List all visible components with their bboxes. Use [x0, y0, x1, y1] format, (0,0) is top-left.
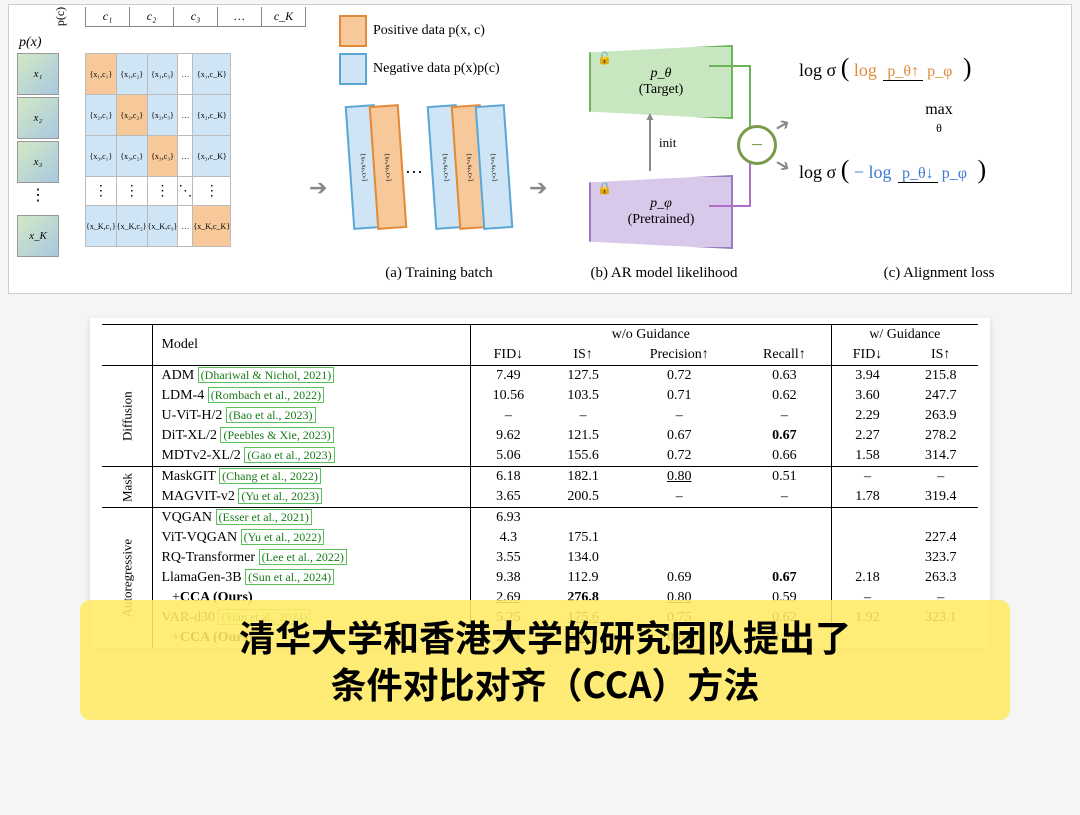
matrix-cell: {x₃,c₃}	[147, 136, 178, 177]
matrix-cell: {x₃,c_K}	[193, 136, 231, 177]
matrix-cell: …	[178, 206, 193, 247]
caption-a: (a) Training batch	[349, 265, 529, 282]
wire-target	[709, 65, 751, 137]
results-table-panel: Modelw/o Guidancew/ GuidanceFID↓IS↑Preci…	[90, 318, 990, 648]
matrix-cell: …	[178, 136, 193, 177]
col-header: c₁	[85, 7, 130, 27]
matrix-cell: {x₁,c_K}	[193, 54, 231, 95]
num: p_θ↑	[883, 63, 923, 81]
matrix-row-images: x₁x₂x₃⋮x_K	[17, 53, 59, 259]
loss-equations: log σ ( log p_θ↑p_φ ) max θ log σ ( − lo…	[799, 35, 1079, 203]
overlay-line1: 清华大学和香港大学的研究团队提出了	[239, 610, 851, 662]
minus-icon: −	[737, 125, 777, 165]
num: p_θ↓	[898, 165, 938, 183]
pretrained-symbol: p_φ	[650, 196, 672, 212]
log: log	[854, 60, 877, 80]
pretrained-sub: (Pretrained)	[628, 212, 695, 228]
row-image: x₃	[17, 141, 59, 183]
row-image: x_K	[17, 215, 59, 257]
matrix-cell: {x₁,c₁}	[86, 54, 117, 95]
col-header: …	[218, 7, 262, 27]
target-sub: (Target)	[639, 82, 684, 98]
matrix-cell: {x₃,c₁}	[86, 136, 117, 177]
init-arrow	[649, 119, 651, 171]
row-image: x₁	[17, 53, 59, 95]
den: p_φ	[938, 165, 971, 182]
matrix-cell: {x_K,c₃}	[147, 206, 178, 247]
max-label: max θ	[799, 101, 1079, 137]
batch-card: …	[405, 157, 423, 178]
matrix-cell: ⋮	[86, 177, 117, 206]
loss-top: log σ ( log p_θ↑p_φ )	[799, 53, 1079, 83]
matrix-cell: {x_K,c₁}	[86, 206, 117, 247]
col-header: c_K	[262, 7, 306, 27]
matrix-cell: {x₂,c₂}	[116, 95, 147, 136]
logsigma: log σ	[799, 60, 836, 80]
row-image: x₂	[17, 97, 59, 139]
training-batch: {xₙ,xₚ,cₙ}{xₙ,xₚ,cₙ}…{xₙ,xₚ,cₙ}{xₙ,xₚ,cₙ…	[349, 105, 503, 229]
matrix-cell: ⋱	[178, 177, 193, 206]
legend-swatch-negative	[339, 53, 367, 85]
legend-negative-label: Negative data p(x)p(c)	[373, 61, 500, 76]
legend-positive-label: Positive data p(x, c)	[373, 23, 485, 38]
matrix-cell: ⋮	[147, 177, 178, 206]
matrix-cell: {x₃,c₂}	[116, 136, 147, 177]
figure-panel: p(c) p(x) c₁c₂c₃…c_K x₁x₂x₃⋮x_K {x₁,c₁}{…	[8, 4, 1072, 294]
matrix-cell: {x₂,c₁}	[86, 95, 117, 136]
col-header: c₃	[174, 7, 218, 27]
matrix-cell: …	[178, 54, 193, 95]
target-symbol: p_θ	[651, 66, 672, 82]
matrix-cell: ⋮	[193, 177, 231, 206]
legend: Positive data p(x, c) Negative data p(x)…	[339, 15, 500, 91]
row-image: ⋮	[17, 185, 59, 215]
matrix-cell: {x₁,c₂}	[116, 54, 147, 95]
den: p_φ	[923, 63, 956, 80]
legend-swatch-positive	[339, 15, 367, 47]
matrix-cell: {x_K,c₂}	[116, 206, 147, 247]
matrix-cell: {x_K,c_K}	[193, 206, 231, 247]
logsigma: log σ	[799, 162, 836, 182]
matrix-cell: {x₂,c₃}	[147, 95, 178, 136]
matrix-cell: {x₁,c₃}	[147, 54, 178, 95]
overlay-line2: 条件对比对齐（CCA）方法	[331, 657, 760, 709]
lock-icon: 🔒	[597, 181, 612, 196]
px-label: p(x)	[19, 35, 42, 51]
arrow-icon: ➔	[309, 175, 327, 201]
matrix-col-headers: c₁c₂c₃…c_K	[85, 7, 306, 27]
arrow-icon: ➔	[529, 175, 547, 201]
col-header: c₂	[130, 7, 174, 27]
matrix-grid: {x₁,c₁}{x₁,c₂}{x₁,c₃}…{x₁,c_K}{x₂,c₁}{x₂…	[85, 53, 231, 247]
pc-label: p(c)	[53, 7, 68, 26]
neglog: − log	[854, 162, 892, 182]
caption-overlay: 清华大学和香港大学的研究团队提出了 条件对比对齐（CCA）方法	[80, 600, 1010, 720]
init-label: init	[659, 135, 676, 151]
caption-c: (c) Alignment loss	[839, 265, 1039, 282]
caption-b: (b) AR model likelihood	[564, 265, 764, 282]
arrow-icon: ➔	[771, 153, 795, 179]
loss-bot: log σ ( − log p_θ↓p_φ )	[799, 155, 1079, 185]
unlock-icon: 🔓	[597, 51, 612, 66]
matrix-cell: {x₂,c_K}	[193, 95, 231, 136]
matrix-cell: …	[178, 95, 193, 136]
matrix-cell: ⋮	[116, 177, 147, 206]
